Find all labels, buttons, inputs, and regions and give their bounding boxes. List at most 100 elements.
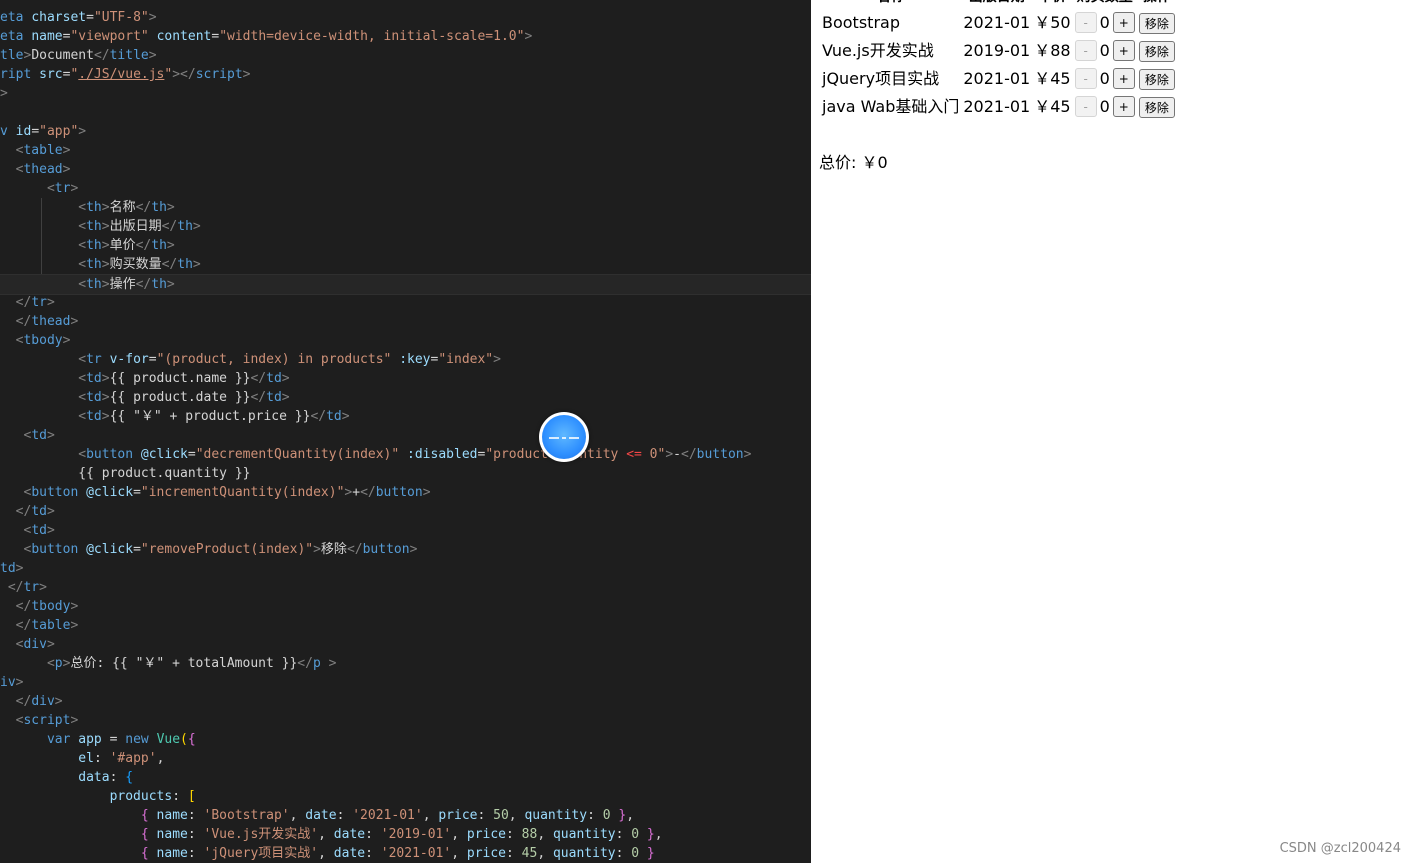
code-token: > bbox=[148, 10, 157, 25]
code-token: "(product, index) in products" bbox=[156, 352, 392, 367]
decrement-button[interactable]: - bbox=[1074, 40, 1097, 61]
decrement-button[interactable]: - bbox=[1074, 96, 1097, 117]
code-line: <td>{{ "￥" + product.price }}</td> bbox=[0, 407, 811, 426]
remove-button[interactable]: 移除 bbox=[1138, 68, 1175, 90]
decrement-button[interactable]: - bbox=[1074, 68, 1097, 89]
code-token: , bbox=[508, 808, 525, 823]
code-token: { bbox=[140, 808, 157, 823]
code-token: tr bbox=[54, 181, 71, 196]
action-cell: 移除 bbox=[1138, 65, 1176, 91]
code-line: { name: 'Bootstrap', date: '2021-01', pr… bbox=[0, 806, 811, 825]
code-token: : bbox=[365, 827, 381, 842]
code-token: , bbox=[537, 827, 553, 842]
total-price: 总价: ￥0 bbox=[819, 153, 888, 172]
floating-ball-widget[interactable] bbox=[539, 412, 589, 462]
code-token: , bbox=[451, 827, 467, 842]
code-token: th bbox=[151, 238, 167, 253]
code-token: </ bbox=[15, 314, 32, 329]
code-token: td bbox=[0, 561, 16, 576]
code-line: <th>单价</th> bbox=[0, 236, 811, 255]
code-token: td bbox=[266, 371, 282, 386]
code-token: = bbox=[133, 485, 141, 500]
code-token: th bbox=[86, 219, 102, 234]
code-token: > bbox=[101, 219, 110, 234]
code-line: <table> bbox=[0, 141, 811, 160]
product-name: Vue.js开发实战 bbox=[822, 40, 934, 60]
code-token: < bbox=[46, 656, 55, 671]
code-token: 购买数量 bbox=[109, 257, 162, 272]
code-line: <td> bbox=[0, 521, 811, 540]
code-token: </ bbox=[161, 257, 178, 272]
code-token: = bbox=[211, 29, 220, 44]
code-token: th bbox=[177, 257, 193, 272]
remove-button[interactable]: 移除 bbox=[1138, 96, 1175, 118]
code-token: : bbox=[187, 846, 204, 861]
code-token: 名称 bbox=[109, 200, 136, 215]
code-editor[interactable]: eta charset="UTF-8"> eta name="viewport" … bbox=[0, 0, 811, 863]
increment-button[interactable]: + bbox=[1112, 68, 1135, 89]
action-cell: 移除 bbox=[1138, 9, 1176, 35]
watermark: CSDN @zcl200424 bbox=[1279, 841, 1401, 856]
code-token: el bbox=[78, 751, 94, 766]
increment-button[interactable]: + bbox=[1112, 12, 1135, 33]
code-token: 出版日期 bbox=[109, 219, 162, 234]
code-token: "viewport" bbox=[70, 29, 149, 44]
code-line: var app = new Vue({ bbox=[0, 730, 811, 749]
increment-button[interactable]: + bbox=[1112, 40, 1135, 61]
remove-button[interactable]: 移除 bbox=[1138, 12, 1175, 34]
code-token: - bbox=[673, 447, 681, 462]
code-line: </td> bbox=[0, 502, 811, 521]
code-token: < bbox=[78, 447, 87, 462]
code-token: : bbox=[365, 846, 381, 861]
code-token: quantity bbox=[552, 827, 616, 842]
increment-button[interactable]: + bbox=[1112, 96, 1135, 117]
code-token: "app" bbox=[39, 124, 79, 139]
code-token: button bbox=[86, 447, 141, 462]
code-token: > bbox=[101, 409, 110, 424]
product-date: 2021-01 bbox=[963, 96, 1031, 116]
code-token: td bbox=[86, 390, 102, 405]
code-token: > bbox=[281, 371, 290, 386]
code-token: : bbox=[187, 808, 204, 823]
code-token: < bbox=[78, 219, 87, 234]
code-line: <thead> bbox=[0, 160, 811, 179]
code-token: "index" bbox=[438, 352, 494, 367]
code-token: date bbox=[305, 808, 337, 823]
code-token: 88 bbox=[521, 827, 538, 842]
code-token: > bbox=[62, 333, 71, 348]
code-token: </ bbox=[135, 238, 152, 253]
code-line: <script> bbox=[0, 711, 811, 730]
code-line: <tbody> bbox=[0, 331, 811, 350]
code-token: ript bbox=[0, 67, 40, 82]
code-token: < bbox=[46, 181, 55, 196]
code-line: eta charset="UTF-8"> bbox=[0, 8, 811, 27]
code-token: price bbox=[438, 808, 478, 823]
code-line: > bbox=[0, 84, 811, 103]
code-token: 'jQuery项目实战' bbox=[203, 846, 319, 861]
code-token: </ bbox=[7, 580, 24, 595]
code-line: <button @click="removeProduct(index)">移除… bbox=[0, 540, 811, 559]
decrement-button[interactable]: - bbox=[1074, 12, 1097, 33]
code-token: [ bbox=[187, 789, 196, 804]
code-token: p bbox=[312, 656, 321, 671]
code-token: td bbox=[326, 409, 342, 424]
product-name: java Wab基础入门 bbox=[822, 96, 960, 116]
code-line: tle>Document</title> bbox=[0, 46, 811, 65]
code-token: '2019-01' bbox=[380, 827, 452, 842]
code-token: eta bbox=[0, 29, 32, 44]
code-token: : bbox=[506, 846, 522, 861]
product-price: ￥45 bbox=[1034, 96, 1071, 116]
remove-button[interactable]: 移除 bbox=[1138, 40, 1175, 62]
code-token: > bbox=[62, 143, 71, 158]
code-token: thead bbox=[31, 314, 71, 329]
